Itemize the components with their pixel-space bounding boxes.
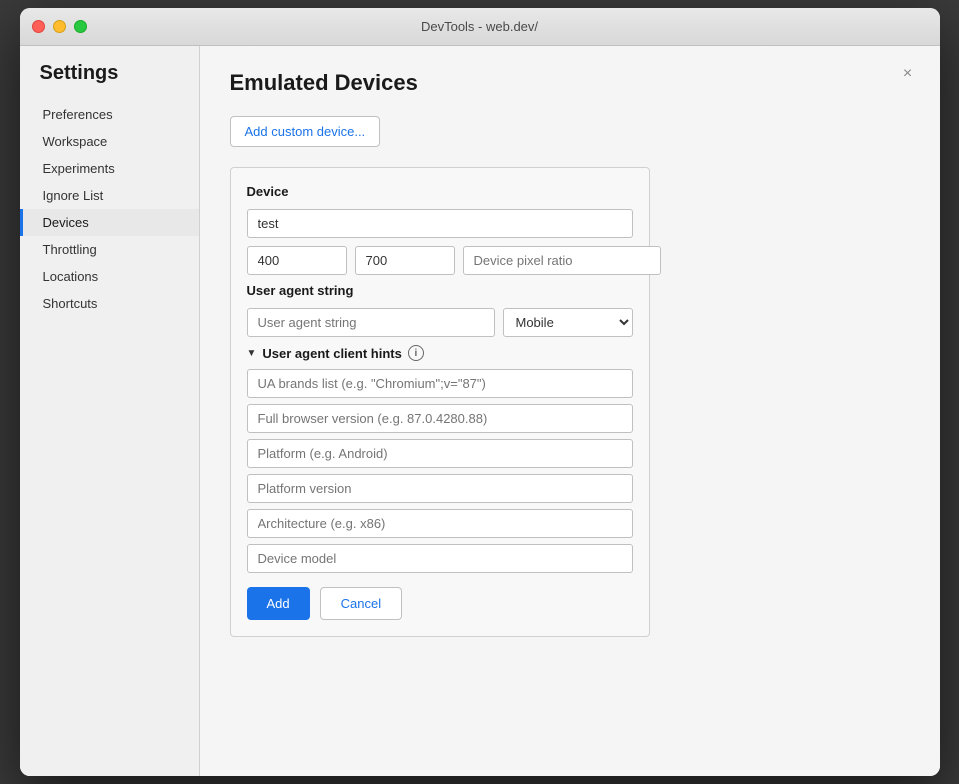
traffic-lights <box>32 20 87 33</box>
cancel-button[interactable]: Cancel <box>320 587 402 620</box>
user-agent-string-input[interactable] <box>247 308 495 337</box>
sidebar-item-workspace[interactable]: Workspace <box>20 128 199 155</box>
device-model-input[interactable] <box>247 544 633 573</box>
sidebar-item-throttling[interactable]: Throttling <box>20 236 199 263</box>
device-name-input[interactable] <box>247 209 633 238</box>
user-agent-type-select[interactable]: Mobile Desktop Tablet <box>503 308 633 337</box>
sidebar-title: Settings <box>20 62 199 101</box>
height-input[interactable] <box>355 246 455 275</box>
hints-chevron-icon: ▼ <box>247 348 257 359</box>
pixel-ratio-input[interactable] <box>463 246 661 275</box>
device-form-panel: Device User agent string Mobile Desktop … <box>230 167 650 637</box>
close-traffic-light[interactable] <box>32 20 45 33</box>
full-browser-version-input[interactable] <box>247 404 633 433</box>
ua-section-title: User agent string <box>247 283 633 298</box>
maximize-traffic-light[interactable] <box>74 20 87 33</box>
ua-brands-input[interactable] <box>247 369 633 398</box>
device-section-title: Device <box>247 184 633 199</box>
platform-version-input[interactable] <box>247 474 633 503</box>
sidebar: Settings Preferences Workspace Experimen… <box>20 46 200 776</box>
add-custom-device-button[interactable]: Add custom device... <box>230 116 381 147</box>
add-button[interactable]: Add <box>247 587 310 620</box>
ua-row: Mobile Desktop Tablet <box>247 308 633 337</box>
devtools-window: DevTools - web.dev/ Settings Preferences… <box>20 8 940 776</box>
dimensions-row <box>247 246 633 275</box>
hints-title-row[interactable]: ▼ User agent client hints i <box>247 345 633 361</box>
sidebar-item-preferences[interactable]: Preferences <box>20 101 199 128</box>
window-content: Settings Preferences Workspace Experimen… <box>20 46 940 776</box>
form-buttons: Add Cancel <box>247 587 633 620</box>
platform-input[interactable] <box>247 439 633 468</box>
minimize-traffic-light[interactable] <box>53 20 66 33</box>
architecture-input[interactable] <box>247 509 633 538</box>
sidebar-item-ignore-list[interactable]: Ignore List <box>20 182 199 209</box>
page-title: Emulated Devices <box>230 70 910 96</box>
close-button[interactable]: × <box>896 62 920 86</box>
hints-section: ▼ User agent client hints i <box>247 345 633 573</box>
hints-info-icon[interactable]: i <box>408 345 424 361</box>
sidebar-item-devices[interactable]: Devices <box>20 209 199 236</box>
width-input[interactable] <box>247 246 347 275</box>
sidebar-item-locations[interactable]: Locations <box>20 263 199 290</box>
sidebar-item-experiments[interactable]: Experiments <box>20 155 199 182</box>
titlebar-title: DevTools - web.dev/ <box>421 19 538 34</box>
main-content: × Emulated Devices Add custom device... … <box>200 46 940 776</box>
hints-section-title: User agent client hints <box>262 346 401 361</box>
titlebar: DevTools - web.dev/ <box>20 8 940 46</box>
sidebar-item-shortcuts[interactable]: Shortcuts <box>20 290 199 317</box>
